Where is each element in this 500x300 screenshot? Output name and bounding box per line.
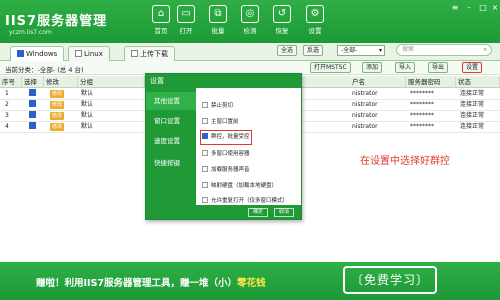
checkbox-icon xyxy=(202,182,208,188)
minimize-icon[interactable]: – xyxy=(464,3,474,13)
row-checkbox[interactable] xyxy=(27,89,38,100)
search-input[interactable]: 搜索 ⌕ xyxy=(396,44,492,56)
settings-icon: ⚙ xyxy=(306,5,324,23)
col-header-edit[interactable]: 修改 xyxy=(44,76,78,88)
col-header-status[interactable]: 状态 xyxy=(456,76,500,88)
restore-icon: ↺ xyxy=(273,5,291,23)
option-multi-window-container[interactable]: 多窗口使用容器 xyxy=(202,149,250,160)
dialog-title: 设置 xyxy=(146,74,301,88)
row-edit-button[interactable]: 修改 xyxy=(48,111,65,122)
side-item-window-settings[interactable]: 窗口设置 xyxy=(146,112,196,130)
row-edit-button[interactable]: 修改 xyxy=(48,100,65,111)
row-edit-button[interactable]: 修改 xyxy=(48,89,65,100)
settings-dialog: 设置 其他设置 窗口设置 速度设置 快捷按键 禁止剪切 主窗口置前 群控，批量受… xyxy=(145,73,302,220)
side-item-speed-settings[interactable]: 速度设置 xyxy=(146,132,196,150)
col-header-select[interactable]: 选择 xyxy=(22,76,44,88)
checkbox-icon xyxy=(29,100,36,107)
nav-detect-button[interactable]: ◎ 检测 xyxy=(235,5,265,40)
chevron-down-icon: ▾ xyxy=(378,47,382,54)
checkbox-icon xyxy=(202,166,208,172)
checkbox-checked-icon xyxy=(202,133,208,139)
col-header-no[interactable]: 序号 xyxy=(0,76,22,88)
checkbox-icon xyxy=(202,102,208,108)
invert-select-button[interactable]: 反选 xyxy=(303,45,324,56)
side-item-other-settings[interactable]: 其他设置 xyxy=(146,92,196,110)
group-select[interactable]: -全部- ▾ xyxy=(337,45,385,56)
select-all-button[interactable]: 全选 xyxy=(277,45,298,56)
tab-windows[interactable]: Windows xyxy=(10,46,65,61)
checkbox-icon xyxy=(29,89,36,96)
menu-icon[interactable]: ≡ xyxy=(450,3,460,13)
checkbox-icon xyxy=(29,122,36,129)
dialog-sidebar: 其他设置 窗口设置 速度设置 快捷按键 xyxy=(146,88,196,219)
current-group-label: 当前分类：-全部- (总 4 台) xyxy=(5,66,84,74)
col-header-group[interactable]: 分组 xyxy=(78,76,145,88)
nav-settings-button[interactable]: ⚙ 设置 xyxy=(300,5,330,40)
option-group-control[interactable]: 群控，批量受控 xyxy=(200,130,252,145)
detect-icon: ◎ xyxy=(241,5,259,23)
checkbox-icon xyxy=(29,111,36,118)
promo-text: 赚啦！利用IIS7服务器管理工具，赚一堆（小）零花钱 xyxy=(36,278,266,289)
nav-batch-button[interactable]: ⧉ 批量 xyxy=(203,5,233,40)
search-icon: ⌕ xyxy=(483,46,487,53)
option-main-window-topmost[interactable]: 主窗口置前 xyxy=(202,117,239,128)
col-header-user[interactable]: 户名 xyxy=(350,76,406,88)
add-button[interactable]: 添加 xyxy=(362,62,383,73)
batch-icon: ⧉ xyxy=(209,5,227,23)
app-url: yczm.iis7.com xyxy=(9,29,52,36)
ok-button[interactable]: 确定 xyxy=(248,208,269,217)
maximize-icon[interactable]: □ xyxy=(478,3,488,13)
checkbox-icon xyxy=(17,50,24,57)
app-title: IIS7服务器管理 xyxy=(5,14,108,29)
checkbox-icon xyxy=(131,50,138,57)
checkbox-icon xyxy=(75,50,82,57)
open-icon: ▭ xyxy=(177,5,195,23)
export-button[interactable]: 导出 xyxy=(428,62,449,73)
option-disable-clipboard[interactable]: 禁止剪切 xyxy=(202,101,233,112)
nav-open-button[interactable]: ▭ 打开 xyxy=(171,5,201,40)
tab-upload-download[interactable]: 上传下载 xyxy=(124,46,175,61)
row-checkbox[interactable] xyxy=(27,100,38,111)
checkbox-icon xyxy=(202,150,208,156)
home-icon: ⌂ xyxy=(152,5,170,23)
cancel-button[interactable]: 取消 xyxy=(274,208,295,217)
toolbar-settings-button[interactable]: 设置 xyxy=(462,62,483,73)
free-learn-button[interactable]: 〔免费学习〕 xyxy=(343,266,437,294)
row-edit-button[interactable]: 修改 xyxy=(48,122,65,133)
checkbox-icon xyxy=(202,197,208,203)
instruction-annotation: 在设置中选择好群控 xyxy=(360,156,450,167)
row-checkbox[interactable] xyxy=(27,122,38,133)
side-item-hotkeys[interactable]: 快捷按键 xyxy=(146,154,196,172)
open-mstsc-button[interactable]: 打开MSTSC xyxy=(310,62,351,73)
dialog-footer: 确定 取消 xyxy=(196,205,301,219)
tab-linux[interactable]: Linux xyxy=(68,46,110,61)
option-server-sound[interactable]: 加载服务器声音 xyxy=(202,165,250,176)
col-header-password[interactable]: 服务器密码 xyxy=(406,76,456,88)
checkbox-icon xyxy=(202,118,208,124)
close-icon[interactable]: × xyxy=(490,3,500,13)
import-button[interactable]: 导入 xyxy=(395,62,416,73)
row-checkbox[interactable] xyxy=(27,111,38,122)
title-bar: IIS7服务器管理 yczm.iis7.com ⌂ 首页 ▭ 打开 ⧉ 批量 ◎… xyxy=(0,0,500,43)
option-map-local-disk[interactable]: 映射硬盘（加载本地硬盘） xyxy=(202,181,277,192)
nav-restore-button[interactable]: ↺ 恢复 xyxy=(267,5,297,40)
